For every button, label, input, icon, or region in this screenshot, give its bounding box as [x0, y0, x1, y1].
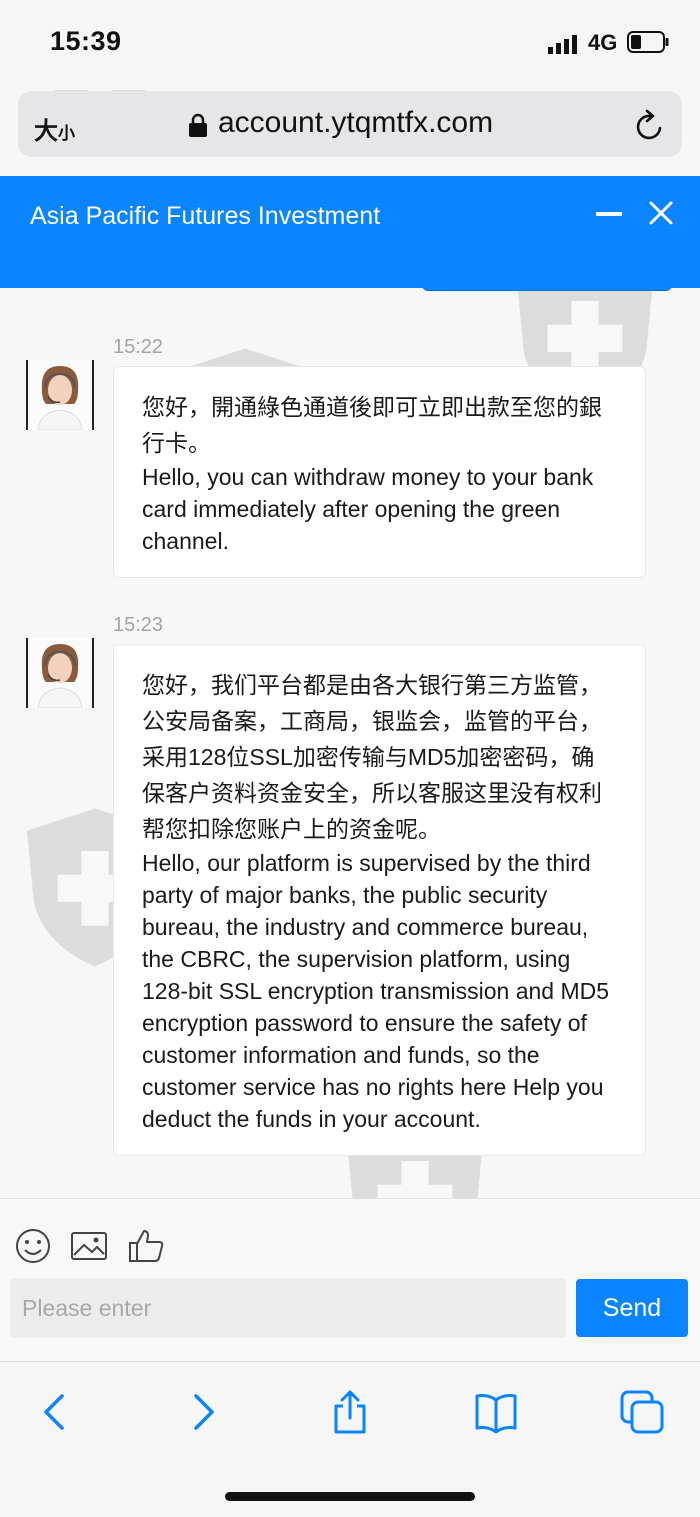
lock-icon: [189, 113, 207, 137]
address-bar[interactable]: 大小 account.ytqmtfx.com: [18, 91, 682, 157]
home-indicator: [225, 1492, 475, 1501]
forward-icon[interactable]: [182, 1390, 226, 1434]
send-button[interactable]: Send: [576, 1279, 688, 1337]
status-bar: 15:39 4G: [0, 0, 700, 90]
browser-toolbar: [0, 1361, 700, 1517]
agent-avatar-image: [28, 638, 92, 708]
thumbs-up-icon[interactable]: [127, 1227, 165, 1265]
text-size-large-label: 大: [34, 118, 58, 145]
minimize-icon[interactable]: [596, 212, 622, 216]
agent-avatar-image: [28, 360, 92, 430]
message-input[interactable]: [10, 1279, 566, 1337]
chat-composer: Send: [0, 1198, 700, 1361]
header-tab: [422, 282, 672, 290]
image-icon[interactable]: [70, 1227, 108, 1265]
message-text-zh: 您好，開通綠色通道後即可立即出款至您的銀行卡。: [142, 394, 602, 456]
message-text-zh: 您好，我们平台都是由各大银行第三方监管，公安局备案，工商局，银监会，监管的平台，…: [142, 672, 602, 842]
message-text-en: Hello, you can withdraw money to your ba…: [142, 464, 594, 554]
message-timestamp: 15:23: [113, 614, 164, 636]
network-type: 4G: [588, 30, 618, 55]
agent-avatar: [26, 638, 94, 708]
agent-avatar: [26, 360, 94, 430]
cellular-signal-icon: [548, 35, 577, 54]
tabs-icon[interactable]: [620, 1390, 664, 1434]
url-text[interactable]: account.ytqmtfx.com: [218, 106, 493, 140]
status-time: 15:39: [50, 26, 122, 56]
message-bubble: 您好，我们平台都是由各大银行第三方监管，公安局备案，工商局，银监会，监管的平台，…: [113, 644, 646, 1156]
battery-icon: [627, 31, 669, 53]
text-size-button[interactable]: 大小: [34, 111, 75, 146]
close-icon[interactable]: [648, 200, 674, 226]
chat-header: Asia Pacific Futures Investment: [0, 176, 700, 290]
bookmarks-icon[interactable]: [474, 1390, 518, 1434]
share-icon[interactable]: [328, 1390, 372, 1434]
text-size-small-label: 小: [58, 124, 75, 143]
message-timestamp: 15:22: [113, 336, 164, 358]
message-bubble: 您好，開通綠色通道後即可立即出款至您的銀行卡。 Hello, you can w…: [113, 366, 646, 578]
message-text-en: Hello, our platform is supervised by the…: [142, 850, 610, 1132]
chat-title: Asia Pacific Futures Investment: [30, 202, 381, 230]
back-icon[interactable]: [32, 1390, 76, 1434]
emoji-icon[interactable]: [14, 1227, 52, 1265]
reload-icon[interactable]: [634, 108, 666, 142]
